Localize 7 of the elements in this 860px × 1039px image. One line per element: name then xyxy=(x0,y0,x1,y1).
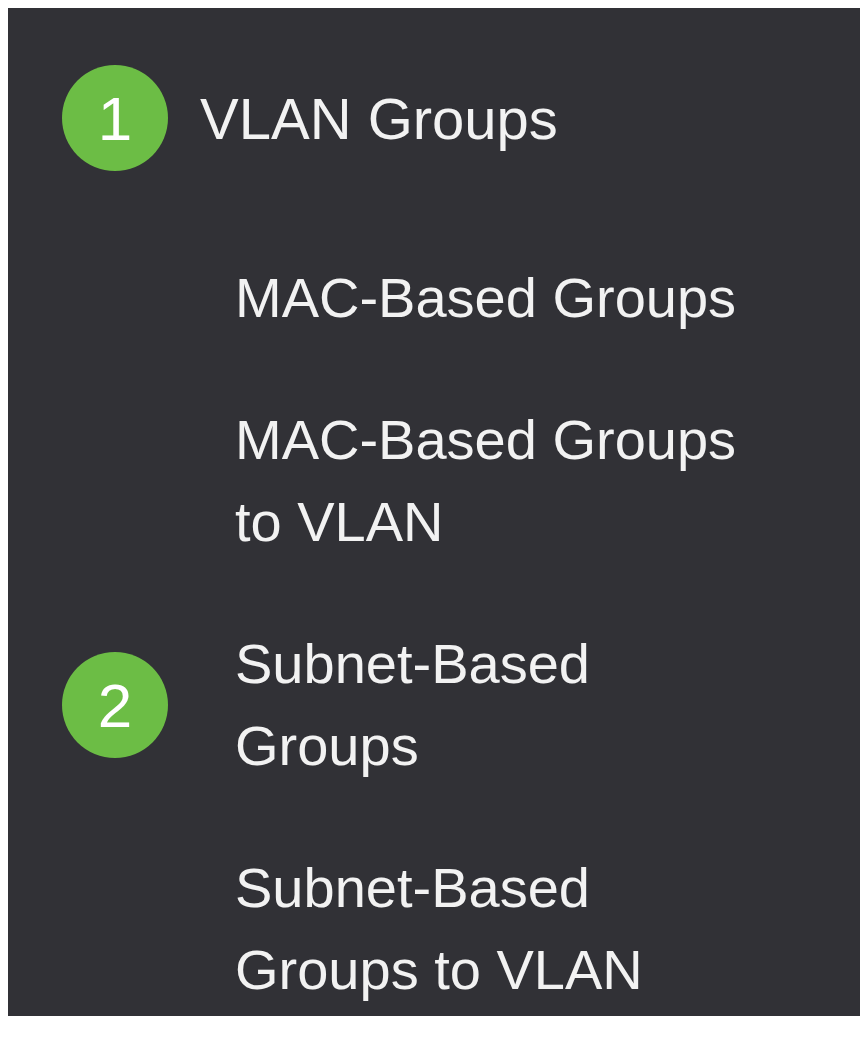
menu-heading[interactable]: VLAN Groups xyxy=(200,84,860,152)
menu-item[interactable]: MAC-Based Groups to VLAN xyxy=(235,399,760,563)
step-number: 1 xyxy=(62,65,168,171)
menu-item[interactable]: Subnet-Based Groups to VLAN xyxy=(235,847,760,1011)
menu-item[interactable]: Subnet-Based Groups xyxy=(235,623,760,787)
step-number: 2 xyxy=(62,652,168,758)
menu-item[interactable]: MAC-Based Groups xyxy=(235,257,760,339)
